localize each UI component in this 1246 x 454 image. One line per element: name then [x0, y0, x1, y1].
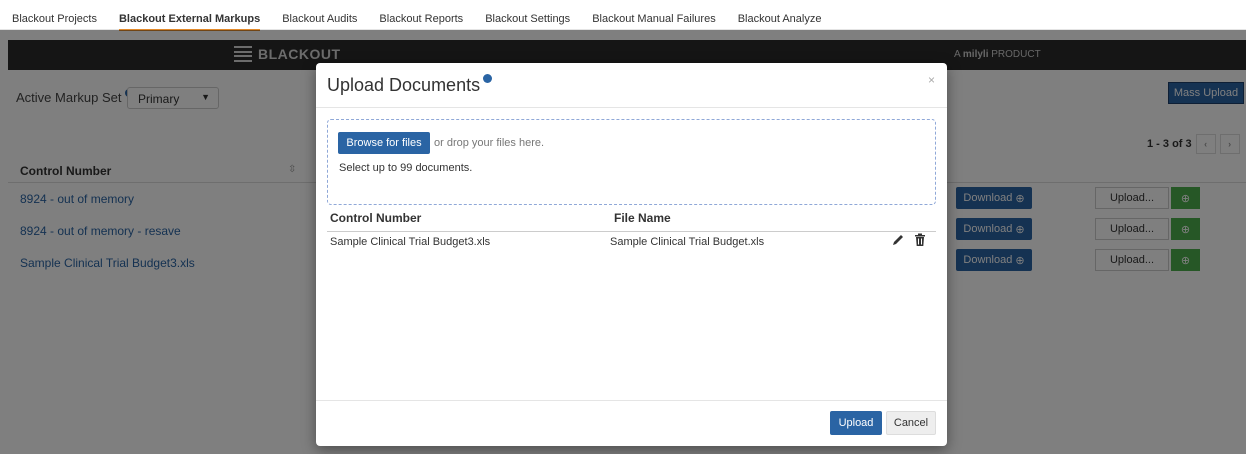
modal-title-text: Upload Documents [327, 75, 481, 95]
tab-blackout-manual-failures[interactable]: Blackout Manual Failures [592, 13, 716, 29]
tab-blackout-analyze[interactable]: Blackout Analyze [738, 13, 822, 29]
tab-blackout-projects[interactable]: Blackout Projects [12, 13, 97, 29]
trash-icon[interactable] [914, 233, 926, 247]
tab-blackout-settings[interactable]: Blackout Settings [485, 13, 570, 29]
upload-button[interactable]: Upload [830, 411, 882, 435]
close-icon[interactable]: × [928, 73, 935, 87]
file-dropzone[interactable]: Browse for files or drop your files here… [327, 119, 936, 205]
info-icon[interactable] [483, 74, 493, 83]
tab-blackout-reports[interactable]: Blackout Reports [379, 13, 463, 29]
column-header-control-number: Control Number [330, 211, 422, 225]
tab-blackout-external-markups[interactable]: Blackout External Markups [118, 13, 261, 31]
file-table-divider [327, 231, 936, 232]
drop-hint-text: or drop your files here. [434, 137, 545, 149]
modal-footer-divider [316, 400, 947, 401]
file-row-control-number: Sample Clinical Trial Budget3.xls [330, 236, 491, 248]
column-header-file-name: File Name [614, 211, 671, 225]
upload-documents-modal: Upload Documents × Browse for files or d… [316, 63, 947, 446]
modal-header-divider [316, 107, 947, 108]
cancel-button[interactable]: Cancel [886, 411, 936, 435]
tab-blackout-audits[interactable]: Blackout Audits [282, 13, 357, 29]
modal-title: Upload Documents [327, 74, 493, 96]
document-limit-text: Select up to 99 documents. [339, 162, 473, 174]
file-row-file-name: Sample Clinical Trial Budget.xls [610, 236, 765, 248]
browse-files-button[interactable]: Browse for files [338, 132, 430, 154]
top-tabs: Blackout Projects Blackout External Mark… [0, 0, 1246, 31]
pencil-icon[interactable] [891, 233, 905, 247]
